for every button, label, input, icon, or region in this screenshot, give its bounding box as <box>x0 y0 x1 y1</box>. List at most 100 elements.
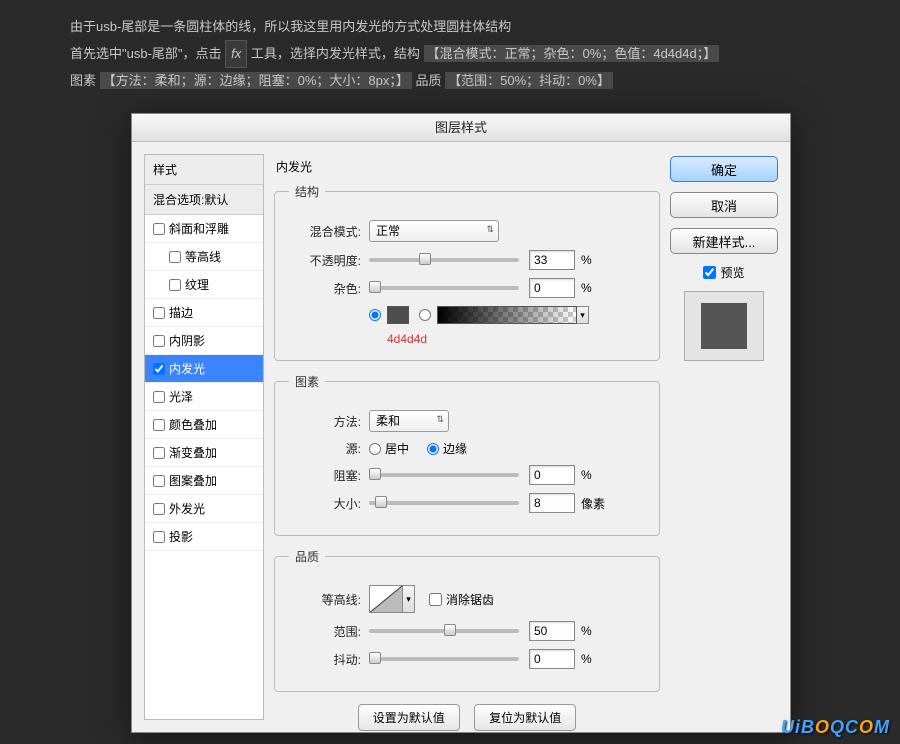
style-item-label: 图案叠加 <box>169 472 217 489</box>
range-unit: % <box>581 624 592 638</box>
source-label: 源: <box>289 440 361 457</box>
dialog-actions: 确定 取消 新建样式... 预览 <box>670 154 778 720</box>
source-center-label: 居中 <box>385 440 409 457</box>
source-edge-radio[interactable] <box>427 443 439 455</box>
elements-group: 图素 方法: 柔和 源: 居中 边缘 阻塞 <box>274 373 660 536</box>
intro-line2b: 工具，选择内发光样式，结构 <box>251 46 420 61</box>
cancel-button[interactable]: 取消 <box>670 192 778 218</box>
contour-picker[interactable] <box>369 585 403 613</box>
intro-line3a: 图素 <box>70 73 96 88</box>
style-item-checkbox[interactable] <box>153 531 165 543</box>
style-item-checkbox[interactable] <box>169 251 181 263</box>
noise-input[interactable] <box>529 278 575 298</box>
structure-legend: 结构 <box>289 183 325 200</box>
noise-label: 杂色: <box>289 280 361 297</box>
size-slider[interactable] <box>369 501 519 505</box>
color-gradient-radio[interactable] <box>419 309 431 321</box>
style-item-label: 纹理 <box>185 276 209 293</box>
quality-group: 品质 等高线: ▾ 消除锯齿 范围: % 抖动: <box>274 548 660 692</box>
gradient-dropdown-icon[interactable]: ▾ <box>577 306 589 324</box>
range-input[interactable] <box>529 621 575 641</box>
style-item-label: 渐变叠加 <box>169 444 217 461</box>
instruction-text: 由于usb-尾部是一条圆柱体的线，所以我这里用内发光的方式处理圆柱体结构 首先选… <box>0 0 900 94</box>
choke-input[interactable] <box>529 465 575 485</box>
style-item-10[interactable]: 外发光 <box>145 495 263 523</box>
fx-icon: fx <box>225 40 247 68</box>
noise-slider[interactable] <box>369 286 519 290</box>
style-item-checkbox[interactable] <box>153 363 165 375</box>
style-item-checkbox[interactable] <box>153 475 165 487</box>
antialias-checkbox[interactable] <box>429 593 442 606</box>
style-item-checkbox[interactable] <box>153 335 165 347</box>
style-item-8[interactable]: 渐变叠加 <box>145 439 263 467</box>
style-item-label: 斜面和浮雕 <box>169 220 229 237</box>
opacity-slider[interactable] <box>369 258 519 262</box>
size-input[interactable] <box>529 493 575 513</box>
source-edge-label: 边缘 <box>443 440 467 457</box>
style-item-label: 等高线 <box>185 248 221 265</box>
style-item-checkbox[interactable] <box>153 419 165 431</box>
method-select[interactable]: 柔和 <box>369 410 449 432</box>
range-label: 范围: <box>289 623 361 640</box>
size-unit: 像素 <box>581 495 605 512</box>
style-item-checkbox[interactable] <box>153 223 165 235</box>
reset-default-button[interactable]: 复位为默认值 <box>474 704 576 731</box>
ok-button[interactable]: 确定 <box>670 156 778 182</box>
contour-dropdown-icon[interactable]: ▾ <box>403 585 415 613</box>
style-item-6[interactable]: 光泽 <box>145 383 263 411</box>
style-item-0[interactable]: 斜面和浮雕 <box>145 215 263 243</box>
method-label: 方法: <box>289 413 361 430</box>
style-item-checkbox[interactable] <box>153 503 165 515</box>
jitter-unit: % <box>581 652 592 666</box>
make-default-button[interactable]: 设置为默认值 <box>358 704 460 731</box>
opacity-input[interactable] <box>529 250 575 270</box>
blend-mode-select[interactable]: 正常 <box>369 220 499 242</box>
preview-checkbox[interactable] <box>703 266 716 279</box>
style-item-2[interactable]: 纹理 <box>145 271 263 299</box>
color-solid-radio[interactable] <box>369 309 381 321</box>
style-item-label: 描边 <box>169 304 193 321</box>
preview-box <box>684 291 764 361</box>
opacity-unit: % <box>581 253 592 267</box>
style-list: 样式 混合选项:默认 斜面和浮雕等高线纹理描边内阴影内发光光泽颜色叠加渐变叠加图… <box>144 154 264 720</box>
style-item-4[interactable]: 内阴影 <box>145 327 263 355</box>
intro-highlight-structure: 【混合模式：正常；杂色：0%；色值：4d4d4d；】 <box>424 45 720 62</box>
preview-swatch <box>701 303 747 349</box>
new-style-button[interactable]: 新建样式... <box>670 228 778 254</box>
style-item-9[interactable]: 图案叠加 <box>145 467 263 495</box>
color-hex-annotation: 4d4d4d <box>387 332 645 346</box>
blend-options-header[interactable]: 混合选项:默认 <box>145 185 263 215</box>
choke-label: 阻塞: <box>289 467 361 484</box>
color-swatch[interactable] <box>387 306 409 324</box>
choke-slider[interactable] <box>369 473 519 477</box>
style-list-header[interactable]: 样式 <box>145 155 263 185</box>
style-item-3[interactable]: 描边 <box>145 299 263 327</box>
source-center-radio[interactable] <box>369 443 381 455</box>
opacity-label: 不透明度: <box>289 252 361 269</box>
layer-style-dialog: 图层样式 样式 混合选项:默认 斜面和浮雕等高线纹理描边内阴影内发光光泽颜色叠加… <box>131 113 791 733</box>
preview-label: 预览 <box>720 264 744 281</box>
style-item-checkbox[interactable] <box>153 391 165 403</box>
antialias-label: 消除锯齿 <box>446 591 494 608</box>
intro-line2a: 首先选中"usb-尾部"，点击 <box>70 46 222 61</box>
range-slider[interactable] <box>369 629 519 633</box>
style-item-checkbox[interactable] <box>169 279 181 291</box>
style-item-5[interactable]: 内发光 <box>145 355 263 383</box>
jitter-input[interactable] <box>529 649 575 669</box>
style-item-7[interactable]: 颜色叠加 <box>145 411 263 439</box>
jitter-label: 抖动: <box>289 651 361 668</box>
style-item-checkbox[interactable] <box>153 447 165 459</box>
intro-line1: 由于usb-尾部是一条圆柱体的线，所以我这里用内发光的方式处理圆柱体结构 <box>70 19 511 34</box>
quality-legend: 品质 <box>289 548 325 565</box>
size-label: 大小: <box>289 495 361 512</box>
style-item-checkbox[interactable] <box>153 307 165 319</box>
style-item-1[interactable]: 等高线 <box>145 243 263 271</box>
gradient-bar[interactable] <box>437 306 577 324</box>
style-item-11[interactable]: 投影 <box>145 523 263 551</box>
intro-highlight-quality: 【范围：50%；抖动：0%】 <box>445 72 613 89</box>
intro-highlight-elements: 【方法：柔和；源：边缘；阻塞：0%；大小：8px；】 <box>100 72 412 89</box>
choke-unit: % <box>581 468 592 482</box>
structure-group: 结构 混合模式: 正常 不透明度: % 杂色: <box>274 183 660 361</box>
jitter-slider[interactable] <box>369 657 519 661</box>
elements-legend: 图素 <box>289 373 325 390</box>
